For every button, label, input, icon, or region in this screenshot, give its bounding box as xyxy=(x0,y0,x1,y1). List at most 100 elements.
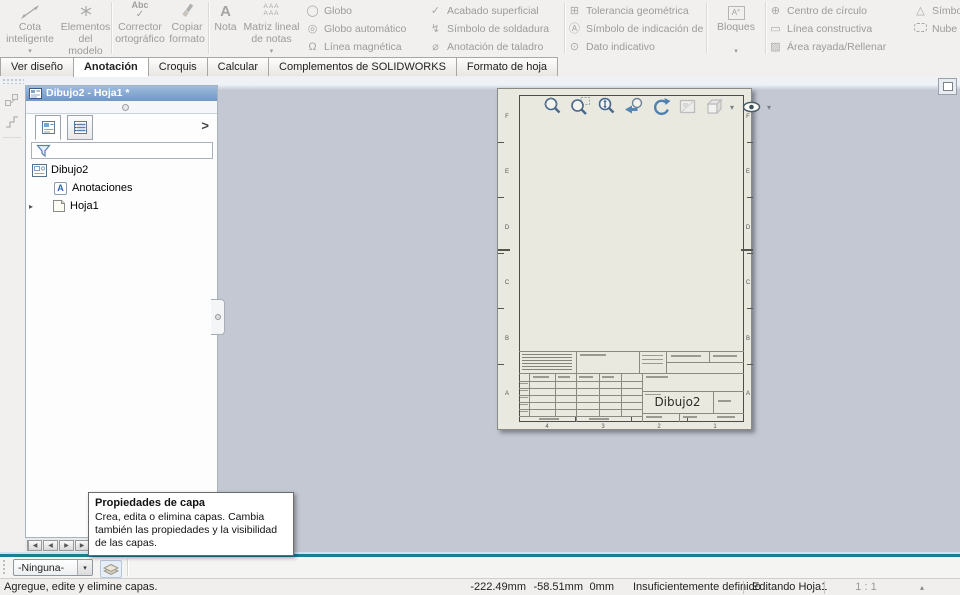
step-lines-icon[interactable] xyxy=(4,115,20,129)
first-sheet-button[interactable]: ◀ xyxy=(27,539,42,551)
format-painter-button[interactable]: Copiar formato xyxy=(166,0,208,56)
previous-sheet-button[interactable]: ◀ xyxy=(43,539,58,551)
spell-check-button[interactable]: Abc ✓ Corrector ortográfico xyxy=(114,0,166,56)
task-pane-icon xyxy=(942,82,953,91)
smart-dimension-icon xyxy=(2,0,58,20)
toolbar-drag-handle[interactable] xyxy=(2,78,24,84)
hatch-fill-button[interactable]: ▨ Área rayada/Rellenar xyxy=(768,38,913,56)
ribbon-divider xyxy=(208,2,209,54)
blocks-button[interactable]: A° Bloques ▾ xyxy=(709,0,763,56)
note-icon: A xyxy=(220,3,231,20)
ribbon-annotation-toolbar: Cota inteligente ▾ Elementos del modelo … xyxy=(0,0,960,58)
assembly-tree-icon[interactable] xyxy=(4,93,20,107)
linear-note-pattern-button[interactable]: AAA AAA Matriz lineal de notas ▾ xyxy=(240,0,303,56)
center-mark-button[interactable]: ⊕ Centro de círculo xyxy=(768,2,913,20)
revision-symbol-icon: △ xyxy=(916,4,925,17)
zoom-to-area-button[interactable] xyxy=(568,95,592,119)
task-pane-button[interactable] xyxy=(938,78,957,95)
auto-balloon-icon: ◎ xyxy=(307,22,318,35)
ribbon-divider xyxy=(706,2,707,54)
status-definition-state: Insuficientemente definido xyxy=(633,581,761,593)
balloon-group: ◯ Globo ◎ Globo automático Ω Línea magné… xyxy=(305,0,427,57)
tree-item-dibujo2[interactable]: Dibujo2 xyxy=(26,161,217,179)
zone-number: 3 xyxy=(601,424,605,430)
surface-finish-button[interactable]: ✓ Acabado superficial xyxy=(428,2,562,20)
centre-mark xyxy=(741,249,753,251)
magnetic-line-button[interactable]: Ω Línea magnética xyxy=(305,38,427,56)
drawing-sheet[interactable]: F E D C B A F E D C B A 4 3 2 1 Dibujo2 xyxy=(497,88,753,430)
datum-target-button[interactable]: ⊙ Dato indicativo xyxy=(567,38,705,56)
smart-dimension-button[interactable]: Cota inteligente ▾ xyxy=(2,0,58,56)
tree-item-anotaciones[interactable]: A Anotaciones xyxy=(26,179,217,197)
datum-feature-button[interactable]: Ⓐ Símbolo de indicación de referencia xyxy=(567,20,705,38)
balloon-icon: ◯ xyxy=(306,4,319,17)
sheet-navigation: ◀ ◀ ▶ ▶ xyxy=(25,538,95,552)
sheet-node-icon xyxy=(53,200,65,212)
weld-symbol-button[interactable]: ↯ Símbolo de soldadura xyxy=(428,20,562,38)
tab-formato-de-hoja[interactable]: Formato de hoja xyxy=(455,57,559,76)
zoom-to-fit-button[interactable] xyxy=(541,95,565,119)
surface-symbols-group: ✓ Acabado superficial ↯ Símbolo de solda… xyxy=(428,0,562,57)
auto-balloon-button[interactable]: ◎ Globo automático xyxy=(305,20,427,38)
combo-dropdown-icon[interactable]: ▾ xyxy=(77,560,92,575)
revision-symbol-button[interactable]: △ Símbolo de re xyxy=(913,2,960,20)
revision-cloud-button[interactable]: Nube de rev xyxy=(913,20,960,38)
panel-collapse-handle[interactable] xyxy=(211,299,225,335)
title-block: Dibujo2 xyxy=(519,351,744,422)
status-sheet-scale: 1 : 1 xyxy=(855,581,877,593)
filter-funnel-icon xyxy=(36,144,51,157)
zoom-in-out-button[interactable] xyxy=(595,95,619,119)
layer-toolbar-grip[interactable] xyxy=(2,559,7,576)
tab-croquis[interactable]: Croquis xyxy=(147,57,207,76)
layer-toolbar-divider xyxy=(127,559,128,576)
tab-ver-diseno[interactable]: Ver diseño xyxy=(0,57,73,76)
smart-dimension-label: Cota inteligente xyxy=(6,21,54,45)
tab-complementos[interactable]: Complementos de SOLIDWORKS xyxy=(268,57,456,76)
tab-feature-tree[interactable] xyxy=(35,115,61,140)
tab-display-pane[interactable] xyxy=(67,115,93,140)
format-painter-label: Copiar formato xyxy=(169,21,205,45)
note-button[interactable]: A Nota xyxy=(211,0,240,56)
status-separator xyxy=(743,581,744,594)
status-scale-dropdown-icon[interactable]: ▴ xyxy=(920,580,924,595)
hole-callout-button[interactable]: ⌀ Anotación de taladro xyxy=(428,38,562,56)
next-sheet-button[interactable]: ▶ xyxy=(59,539,74,551)
weld-symbol-icon: ↯ xyxy=(430,22,441,35)
panel-splitter[interactable] xyxy=(26,101,217,114)
hide-show-items-dropdown[interactable]: ▾ xyxy=(767,103,774,112)
zone-letter: B xyxy=(745,336,750,342)
blocks-label: Bloques xyxy=(717,21,755,33)
model-items-button[interactable]: Elementos del modelo xyxy=(60,0,111,57)
smart-dimension-dropdown[interactable]: ▾ xyxy=(2,48,58,55)
geometric-tolerance-icon: ⊞ xyxy=(569,4,580,17)
tree-item-hoja1[interactable]: ▸ Hoja1 xyxy=(26,197,217,215)
geometric-tolerance-button[interactable]: ⊞ Tolerancia geométrica xyxy=(567,2,705,20)
layer-properties-button[interactable] xyxy=(100,560,122,578)
rotate-view-button[interactable] xyxy=(649,95,673,119)
tab-anotacion[interactable]: Anotación xyxy=(72,57,148,77)
command-manager-tabs: Ver diseño Anotación Croquis Calcular Co… xyxy=(0,57,960,78)
section-view-button[interactable] xyxy=(676,95,700,119)
note-label: Nota xyxy=(214,21,237,33)
tree-filter-row[interactable] xyxy=(31,142,213,159)
hole-callout-icon: ⌀ xyxy=(432,40,439,53)
zone-letter: C xyxy=(504,280,510,286)
zone-number: 1 xyxy=(713,424,717,430)
hide-show-items-button[interactable] xyxy=(740,95,764,119)
hatch-fill-icon: ▨ xyxy=(770,40,781,53)
balloon-button[interactable]: ◯ Globo xyxy=(305,2,427,20)
blocks-dropdown[interactable]: ▾ xyxy=(709,48,763,55)
expand-arrow-icon[interactable]: ▸ xyxy=(26,202,36,211)
zone-letter: F xyxy=(505,114,509,120)
status-bar: Agregue, edite y elimine capas. -222.49m… xyxy=(0,578,960,595)
status-x-coordinate: -222.49mm xyxy=(470,581,526,593)
solidworks-window: Cota inteligente ▾ Elementos del modelo … xyxy=(0,0,960,595)
previous-view-button[interactable] xyxy=(622,95,646,119)
tab-calcular[interactable]: Calcular xyxy=(206,57,269,76)
construction-line-button[interactable]: ▭ Línea constructiva xyxy=(768,20,913,38)
display-style-dropdown[interactable]: ▾ xyxy=(730,103,737,112)
panel-expand-chevron[interactable]: > xyxy=(201,118,209,133)
display-style-button[interactable] xyxy=(703,95,727,119)
layer-select-combo[interactable]: -Ninguna- ▾ xyxy=(13,559,93,576)
linear-note-pattern-dropdown[interactable]: ▾ xyxy=(240,48,303,55)
